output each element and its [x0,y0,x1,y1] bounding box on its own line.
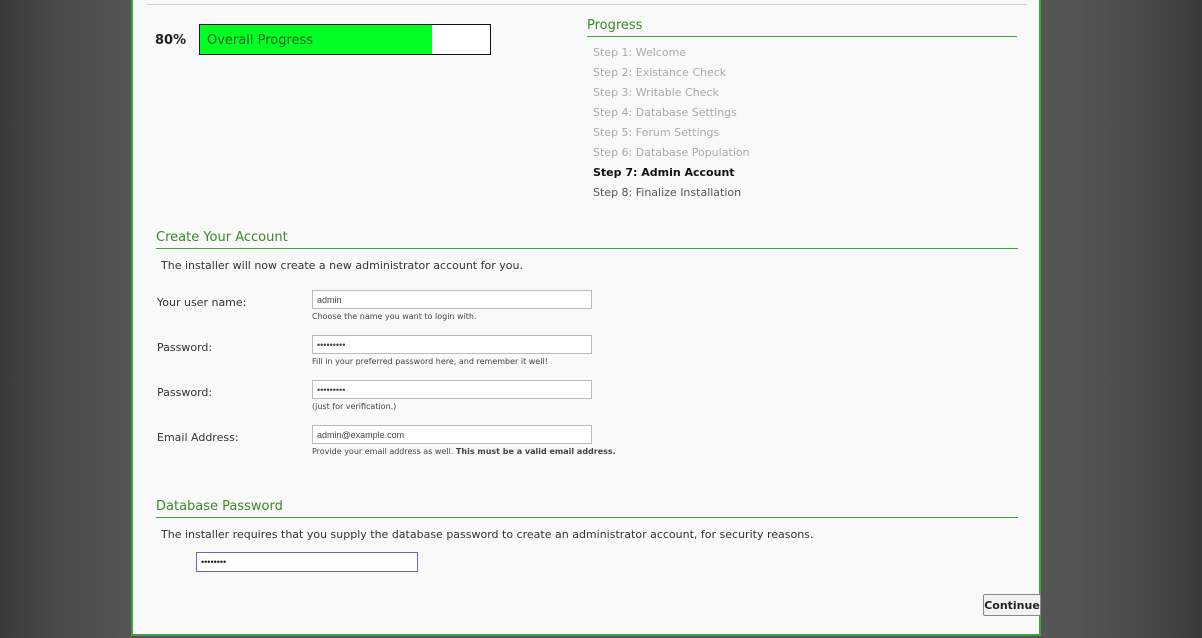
password-hint: Fill in your preferred password here, an… [312,357,548,366]
steps-panel: Progress Step 1: Welcome Step 2: Existanc… [587,18,1017,203]
password-confirm-hint: (just for verification.) [312,402,397,411]
username-input[interactable] [312,290,592,309]
step-item: Step 2: Existance Check [593,66,727,79]
steps-list: Step 1: Welcome Step 2: Existance Check St… [587,43,1017,203]
password-label: Password: [157,341,213,354]
email-hint: Provide your email address as well. This… [312,447,616,456]
database-password-title: Database Password [156,499,1018,518]
steps-panel-title: Progress [587,18,1017,37]
email-input[interactable] [312,425,592,444]
email-hint-bold: This must be a valid email address. [455,447,616,456]
create-account-section: Create Your Account The installer will n… [156,230,1018,456]
create-account-intro: The installer will now create a new admi… [161,259,523,272]
database-password-input[interactable] [196,552,418,572]
step-item: Step 1: Welcome [593,46,687,59]
email-hint-text: Provide your email address as well. [312,447,454,456]
password-input[interactable] [312,335,592,354]
progress-percent: 80% [155,33,187,48]
email-label: Email Address: [157,431,239,444]
step-item: Step 5: Forum Settings [593,126,720,139]
step-item: Step 3: Writable Check [593,86,719,99]
overall-progress-bar: Overall Progress [199,24,491,55]
step-item: Step 7: Admin Account [593,166,735,179]
step-item: Step 8: Finalize Installation [593,186,742,199]
username-hint: Choose the name you want to login with. [312,312,477,321]
create-account-title: Create Your Account [156,230,1018,249]
step-item: Step 6: Database Population [593,146,750,159]
username-label: Your user name: [157,296,247,309]
progress-bar-label: Overall Progress [207,33,314,48]
installer-page: 80% Overall Progress Progress Step 1: We… [131,0,1041,636]
step-item: Step 4: Database Settings [593,106,737,119]
continue-button[interactable]: Continue [983,594,1041,616]
password-confirm-input[interactable] [312,380,592,399]
password-confirm-label: Password: [157,386,213,399]
header-divider [147,4,1027,5]
database-password-section: Database Password The installer requires… [156,499,1041,616]
database-password-intro: The installer requires that you supply t… [161,528,814,541]
